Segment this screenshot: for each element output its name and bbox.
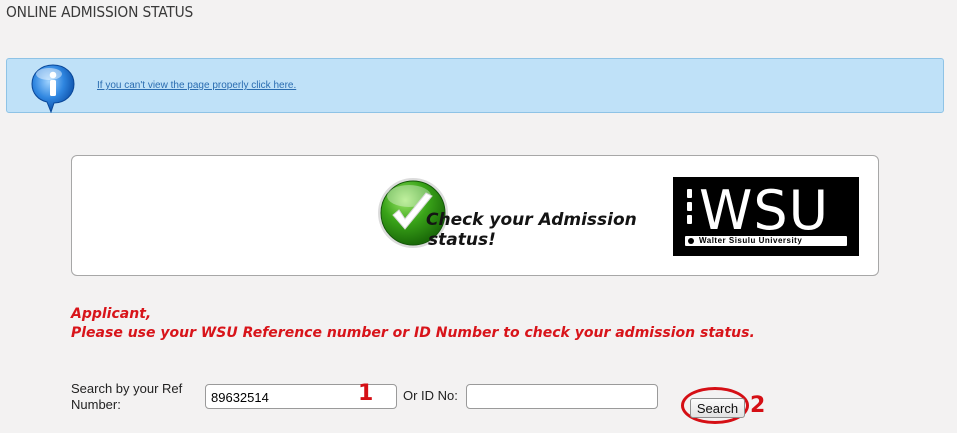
id-number-input[interactable] (466, 384, 658, 409)
page-title: ONLINE ADMISSION STATUS (6, 3, 194, 21)
search-button[interactable]: Search (690, 398, 745, 418)
view-page-link[interactable]: If you can't view the page properly clic… (97, 80, 296, 91)
notice-line2: Please use your WSU Reference number or … (71, 325, 755, 341)
banner-heading: Check your Admission status! (426, 210, 637, 250)
annotation-marker-1: 1 (358, 381, 374, 406)
ref-number-label: Search by your Ref Number: (71, 381, 183, 412)
notice-line1: Applicant, (71, 306, 152, 322)
annotation-marker-2: 2 (750, 393, 766, 418)
logo-wordmark: WSU (699, 179, 830, 242)
logo-subtitle-strip: Walter Sisulu University (685, 236, 847, 246)
admission-banner: Check your Admission status! WSU Walter … (71, 155, 879, 276)
id-number-label: Or ID No: (403, 388, 458, 403)
applicant-notice: Applicant, Please use your WSU Reference… (71, 305, 755, 343)
logo-subtitle: Walter Sisulu University (699, 236, 803, 245)
wsu-logo: WSU Walter Sisulu University (673, 177, 859, 256)
banner-heading-line2: status! (428, 230, 496, 250)
logo-bars (687, 189, 692, 228)
info-icon (31, 64, 75, 113)
banner-heading-line1: Check your Admission (426, 210, 637, 230)
info-bar: If you can't view the page properly clic… (6, 58, 944, 113)
